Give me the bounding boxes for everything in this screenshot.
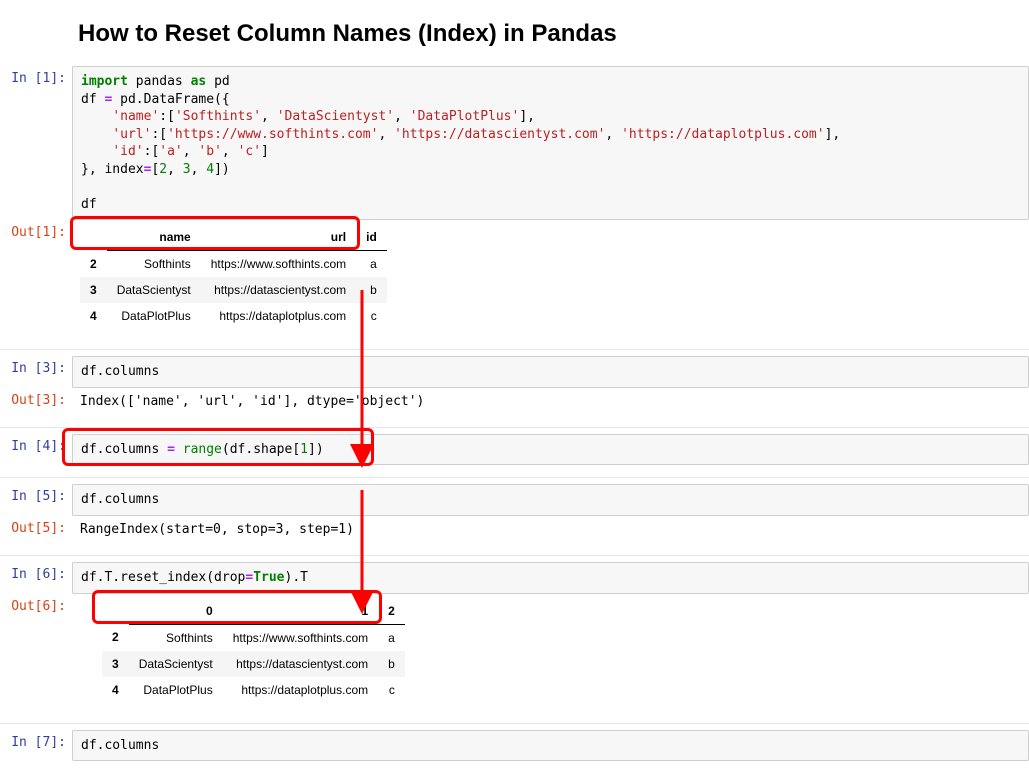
- prompt-out-1: Out[1]:: [0, 220, 72, 245]
- cell-5-output: Out[5]: RangeIndex(start=0, stop=3, step…: [0, 516, 1029, 543]
- table-header-1: 1: [223, 598, 378, 625]
- prompt-out-3: Out[3]:: [0, 388, 72, 413]
- dataframe-output-1: name url id 2 Softhints https://www.soft…: [72, 220, 1029, 337]
- dataframe-table-6: 0 1 2 2 Softhints https://www.softhints.…: [102, 598, 405, 703]
- separator: [0, 723, 1029, 724]
- separator: [0, 477, 1029, 478]
- page-title: How to Reset Column Names (Index) in Pan…: [78, 20, 1029, 48]
- table-header-index: [80, 224, 107, 251]
- cell-3-output: Out[3]: Index(['name', 'url', 'id'], dty…: [0, 388, 1029, 415]
- code-input-3[interactable]: df.columns: [72, 356, 1029, 388]
- dataframe-output-6: 0 1 2 2 Softhints https://www.softhints.…: [72, 594, 1029, 711]
- table-row: 2 Softhints https://www.softhints.com a: [80, 251, 387, 278]
- cell-6-output: Out[6]: 0 1 2 2: [0, 594, 1029, 711]
- code-input-6[interactable]: df.T.reset_index(drop=True).T: [72, 562, 1029, 594]
- cell-5-input: In [5]: df.columns: [0, 484, 1029, 516]
- table-header-row: 0 1 2: [102, 598, 405, 625]
- prompt-in-3: In [3]:: [0, 356, 72, 381]
- text-output-5: RangeIndex(start=0, stop=3, step=1): [72, 516, 1029, 543]
- notebook: How to Reset Column Names (Index) in Pan…: [0, 20, 1029, 761]
- prompt-out-6: Out[6]:: [0, 594, 72, 619]
- table-header-index: [102, 598, 129, 625]
- cell-1-input: In [1]: import pandas as pd df = pd.Data…: [0, 66, 1029, 220]
- dataframe-table-1: name url id 2 Softhints https://www.soft…: [80, 224, 387, 329]
- table-row: 3 DataScientyst https://datascientyst.co…: [80, 277, 387, 303]
- cell-3-input: In [3]: df.columns: [0, 356, 1029, 388]
- table-row: 2 Softhints https://www.softhints.com a: [102, 624, 405, 651]
- separator: [0, 349, 1029, 350]
- prompt-in-5: In [5]:: [0, 484, 72, 509]
- prompt-in-7: In [7]:: [0, 730, 72, 755]
- table-header-id: id: [356, 224, 387, 251]
- table-header-url: url: [201, 224, 356, 251]
- cell-4-input: In [4]: df.columns = range(df.shape[1]): [0, 434, 1029, 466]
- table-header-0: 0: [129, 598, 223, 625]
- code-input-1[interactable]: import pandas as pd df = pd.DataFrame({ …: [72, 66, 1029, 220]
- separator: [0, 427, 1029, 428]
- prompt-in-4: In [4]:: [0, 434, 72, 459]
- table-row: 3 DataScientyst https://datascientyst.co…: [102, 651, 405, 677]
- cell-6-input: In [6]: df.T.reset_index(drop=True).T: [0, 562, 1029, 594]
- table-header-name: name: [107, 224, 201, 251]
- text-output-3: Index(['name', 'url', 'id'], dtype='obje…: [72, 388, 1029, 415]
- prompt-in-6: In [6]:: [0, 562, 72, 587]
- separator: [0, 555, 1029, 556]
- table-row: 4 DataPlotPlus https://dataplotplus.com …: [102, 677, 405, 703]
- cell-7-input: In [7]: df.columns: [0, 730, 1029, 762]
- table-row: 4 DataPlotPlus https://dataplotplus.com …: [80, 303, 387, 329]
- code-input-4[interactable]: df.columns = range(df.shape[1]): [72, 434, 1029, 466]
- prompt-in-1: In [1]:: [0, 66, 72, 91]
- table-header-row: name url id: [80, 224, 387, 251]
- table-header-2: 2: [378, 598, 405, 625]
- code-input-7[interactable]: df.columns: [72, 730, 1029, 762]
- prompt-out-5: Out[5]:: [0, 516, 72, 541]
- cell-1-output: Out[1]: name url id 2: [0, 220, 1029, 337]
- code-input-5[interactable]: df.columns: [72, 484, 1029, 516]
